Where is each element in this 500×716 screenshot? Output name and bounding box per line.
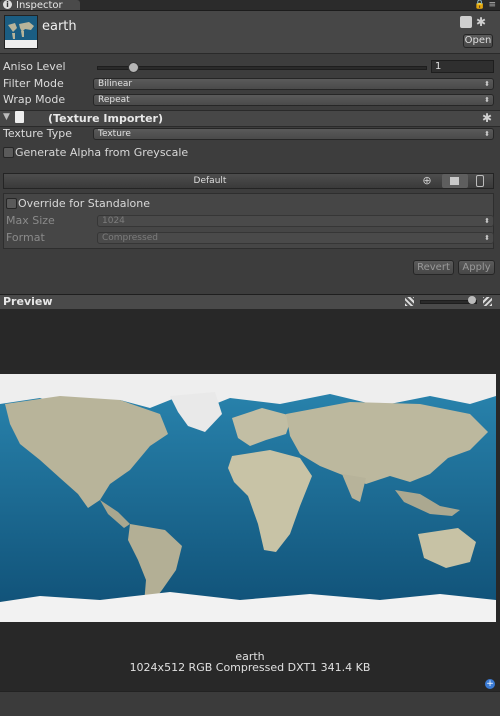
- texture-type-label: Texture Type: [3, 127, 73, 140]
- globe-icon[interactable]: ⊕: [416, 174, 438, 188]
- preview-title: Preview: [3, 295, 53, 308]
- earth-texture-preview: [0, 374, 496, 622]
- format-label: Format: [6, 231, 45, 244]
- format-dropdown[interactable]: Compressed ⬍: [97, 232, 494, 244]
- alpha-from-greyscale-label: Generate Alpha from Greyscale: [15, 146, 189, 159]
- filter-mode-value: Bilinear: [98, 79, 133, 89]
- texture-type-value: Texture: [98, 129, 131, 139]
- format-value: Compressed: [102, 233, 158, 243]
- preview-texture-info: 1024x512 RGB Compressed DXT1 341.4 KB: [129, 661, 371, 674]
- standalone-platform-tab[interactable]: [442, 174, 468, 188]
- asset-name: earth: [42, 19, 77, 34]
- max-size-value: 1024: [102, 216, 125, 226]
- menu-icon[interactable]: ≡: [488, 0, 496, 10]
- revert-button[interactable]: Revert: [413, 260, 454, 275]
- help-icon[interactable]: [460, 16, 472, 28]
- tab-menu-icons[interactable]: 🔒 ≡: [474, 0, 496, 10]
- info-icon: i: [3, 0, 12, 9]
- mip-slider-thumb[interactable]: [468, 296, 476, 304]
- gear-icon[interactable]: ✱: [476, 15, 486, 29]
- override-standalone-checkbox[interactable]: [6, 198, 17, 209]
- asset-thumbnail: [4, 15, 38, 49]
- plus-icon[interactable]: +: [485, 679, 495, 689]
- checker-icon[interactable]: [405, 297, 414, 306]
- wrap-mode-dropdown[interactable]: Repeat ⬍: [93, 94, 494, 106]
- override-standalone-label: Override for Standalone: [18, 197, 150, 210]
- mobile-icon[interactable]: [476, 175, 484, 187]
- dropdown-arrows-icon: ⬍: [484, 96, 490, 104]
- aniso-level-slider-track[interactable]: [97, 66, 427, 70]
- open-button[interactable]: Open: [463, 34, 493, 48]
- mip-level-icon[interactable]: [483, 297, 492, 306]
- dropdown-arrows-icon: ⬍: [484, 217, 490, 225]
- max-size-label: Max Size: [6, 214, 55, 227]
- world-map-image: [0, 374, 496, 622]
- platform-tab-default[interactable]: Default: [4, 174, 416, 188]
- lock-icon[interactable]: 🔒: [474, 0, 485, 10]
- dropdown-arrows-icon: ⬍: [484, 234, 490, 242]
- dropdown-arrows-icon: ⬍: [484, 80, 490, 88]
- aniso-level-slider-thumb[interactable]: [128, 62, 139, 73]
- aniso-level-input[interactable]: 1: [431, 60, 494, 73]
- wrap-mode-value: Repeat: [98, 95, 130, 105]
- importer-gear-icon[interactable]: ✱: [482, 111, 492, 125]
- importer-title: (Texture Importer): [48, 112, 164, 125]
- document-icon: [15, 111, 24, 123]
- apply-button[interactable]: Apply: [458, 260, 495, 275]
- foldout-arrow-icon[interactable]: ▼: [3, 112, 10, 122]
- standalone-icon: [450, 177, 459, 185]
- max-size-dropdown[interactable]: 1024 ⬍: [97, 215, 494, 227]
- texture-type-dropdown[interactable]: Texture ⬍: [93, 128, 494, 140]
- alpha-from-greyscale-checkbox[interactable]: [3, 147, 14, 158]
- filter-mode-label: Filter Mode: [3, 77, 64, 90]
- earth-thumbnail-image: [5, 16, 37, 48]
- aniso-level-label: Aniso Level: [3, 60, 66, 73]
- filter-mode-dropdown[interactable]: Bilinear ⬍: [93, 78, 494, 90]
- dropdown-arrows-icon: ⬍: [484, 130, 490, 138]
- tab-inspector-label: Inspector: [16, 0, 63, 11]
- tab-inspector[interactable]: i Inspector: [0, 0, 80, 11]
- bottom-strip: [0, 691, 500, 716]
- wrap-mode-label: Wrap Mode: [3, 93, 66, 106]
